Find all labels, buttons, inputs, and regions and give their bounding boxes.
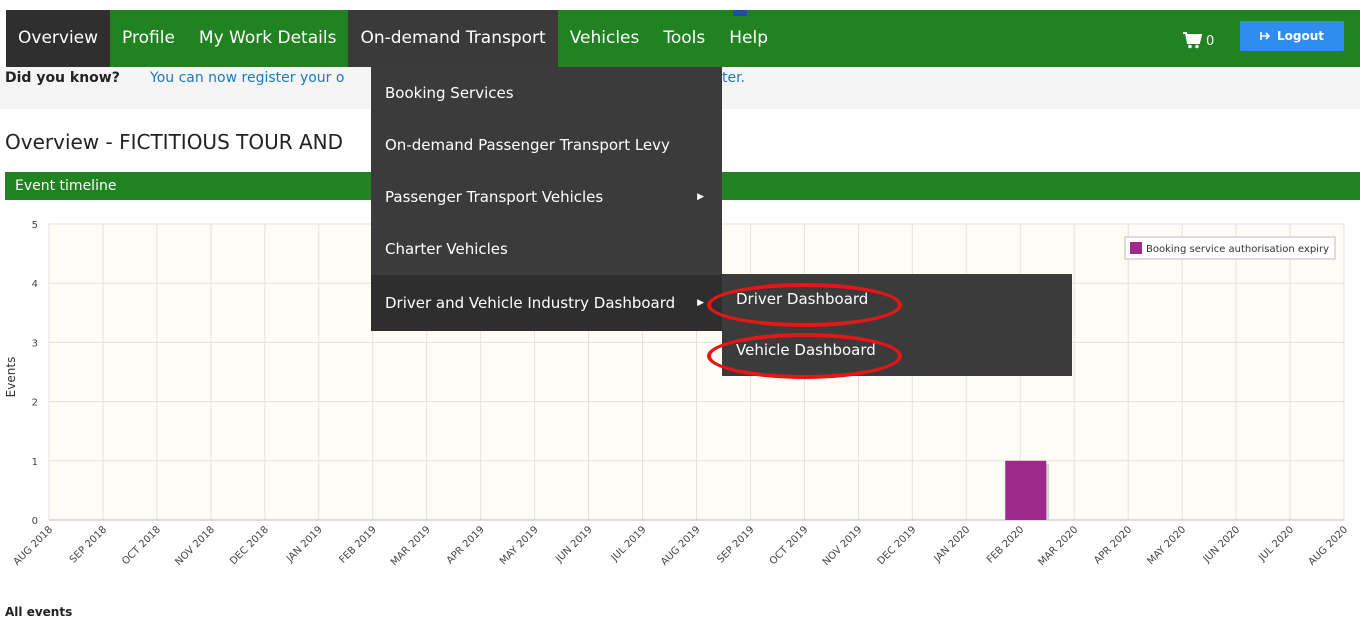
main-menu: Overview Profile My Work Details On-dema… [6, 10, 780, 67]
cart-button[interactable]: 0 [1182, 29, 1214, 49]
chart-legend: Booking service authorisation expiry [1124, 236, 1336, 260]
did-you-know-label: Did you know? [5, 70, 120, 86]
y-tick-label: 3 [32, 338, 38, 349]
menu-item-transport-levy[interactable]: On-demand Passenger Transport Levy [371, 119, 722, 171]
nav-my-work-details[interactable]: My Work Details [187, 10, 349, 67]
submenu-driver-dashboard[interactable]: Driver Dashboard [722, 274, 1072, 325]
x-tick-label: NOV 2019 [821, 524, 865, 568]
nav-on-demand-transport[interactable]: On-demand Transport [348, 10, 558, 67]
x-tick-label: APR 2020 [1092, 524, 1134, 566]
menu-item-label: Passenger Transport Vehicles [385, 188, 604, 206]
top-navigation-bar: Overview Profile My Work Details On-dema… [6, 10, 1360, 67]
submenu-vehicle-dashboard[interactable]: Vehicle Dashboard [722, 325, 1072, 376]
x-tick-label: AUG 2019 [659, 524, 703, 568]
logout-button[interactable]: Logout [1240, 21, 1344, 51]
x-tick-label: JUL 2019 [609, 524, 649, 564]
x-tick-label: OCT 2018 [120, 524, 163, 567]
y-axis-label: Events [4, 357, 18, 398]
x-tick-label: APR 2019 [445, 524, 487, 566]
legend-swatch [1130, 242, 1142, 254]
menu-item-passenger-transport-vehicles[interactable]: Passenger Transport Vehicles ▶ [371, 171, 722, 223]
menu-item-label: Driver and Vehicle Industry Dashboard [385, 294, 676, 312]
x-tick-label: MAY 2020 [1146, 524, 1189, 567]
all-events-heading: All events [5, 605, 73, 619]
x-tick-label: DEC 2018 [228, 524, 271, 567]
y-tick-label: 1 [32, 457, 38, 468]
x-tick-label: JAN 2019 [284, 524, 325, 565]
logout-label: Logout [1276, 29, 1324, 43]
x-tick-label: OCT 2019 [768, 524, 811, 567]
did-you-know-link-end[interactable]: ter. [722, 70, 745, 86]
x-tick-label: FEB 2020 [985, 524, 1026, 565]
nav-tools[interactable]: Tools [651, 10, 717, 67]
x-tick-label: JAN 2020 [932, 524, 973, 565]
nav-vehicles[interactable]: Vehicles [558, 10, 652, 67]
nav-help[interactable]: Help [717, 10, 780, 67]
caret-right-icon: ▶ [697, 192, 704, 202]
menu-item-booking-services[interactable]: Booking Services [371, 67, 722, 119]
shopping-cart-icon [1183, 32, 1202, 49]
x-tick-label: DEC 2019 [876, 524, 919, 567]
on-demand-transport-dropdown: Booking Services On-demand Passenger Tra… [371, 67, 722, 331]
cart-count: 0 [1206, 34, 1215, 49]
x-tick-label: JUN 2020 [1201, 524, 1242, 565]
menu-item-label: Charter Vehicles [385, 240, 508, 258]
x-tick-label: FEB 2019 [337, 524, 378, 565]
did-you-know-link[interactable]: You can now register your o [150, 70, 344, 86]
bar-booking-service-authorisation-expiry[interactable] [1005, 460, 1047, 520]
y-tick-label: 0 [32, 516, 38, 527]
x-tick-label: SEP 2019 [715, 524, 756, 565]
y-tick-label: 2 [32, 398, 38, 409]
nav-overview[interactable]: Overview [6, 10, 111, 67]
menu-item-industry-dashboard[interactable]: Driver and Vehicle Industry Dashboard ▶ [371, 275, 722, 331]
x-tick-label: NOV 2018 [173, 524, 217, 568]
y-tick-label: 4 [32, 279, 38, 290]
x-tick-label: AUG 2020 [1307, 524, 1351, 568]
menu-item-label: On-demand Passenger Transport Levy [385, 136, 670, 154]
x-tick-label: SEP 2018 [68, 524, 109, 565]
x-tick-label: MAY 2019 [498, 524, 541, 567]
x-tick-label: AUG 2018 [12, 524, 56, 568]
menu-item-label: Booking Services [385, 84, 514, 102]
logout-icon [1260, 32, 1271, 40]
menu-item-charter-vehicles[interactable]: Charter Vehicles [371, 223, 722, 275]
x-tick-label: JUL 2020 [1256, 524, 1296, 564]
page-title: Overview - FICTITIOUS TOUR AND [5, 130, 344, 154]
industry-dashboard-submenu: Driver Dashboard Vehicle Dashboard [722, 274, 1072, 376]
caret-right-icon: ▶ [697, 298, 704, 308]
x-tick-label: JUN 2019 [553, 524, 594, 565]
x-tick-label: MAR 2019 [389, 524, 433, 568]
x-tick-label: MAR 2020 [1036, 524, 1080, 568]
nav-profile[interactable]: Profile [110, 10, 187, 67]
y-tick-label: 5 [32, 220, 38, 231]
legend-label: Booking service authorisation expiry [1146, 244, 1329, 255]
